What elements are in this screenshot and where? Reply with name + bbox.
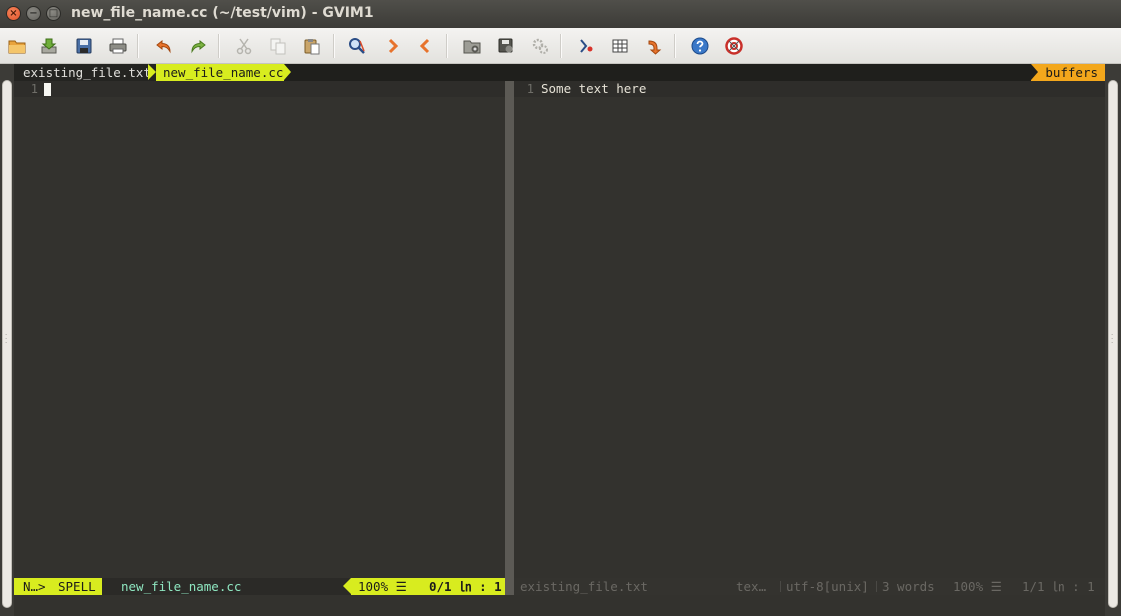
help-button[interactable] — [689, 35, 710, 56]
find-previous-button[interactable] — [414, 35, 435, 56]
minimize-window-button[interactable]: − — [26, 6, 41, 21]
maximize-window-button[interactable]: □ — [46, 6, 61, 21]
open-button[interactable] — [6, 35, 27, 56]
save-all-button[interactable] — [73, 35, 94, 56]
status-position-block: 100% ☰ 0/1 ㏑ : 1 — [351, 578, 505, 595]
find-next-icon — [388, 38, 398, 53]
find-previous-icon — [419, 38, 429, 53]
tab-existing-file[interactable]: existing_file.txt — [14, 64, 157, 81]
scrollbar-grip: · · · — [1111, 331, 1114, 347]
save-session-icon — [498, 38, 512, 52]
find-next-button[interactable] — [382, 35, 403, 56]
copy-icon — [270, 38, 285, 54]
cursor-line — [14, 81, 505, 97]
print-icon — [109, 38, 126, 53]
tabline: existing_file.txt new_file_name.cc buffe… — [14, 64, 1105, 81]
redo-icon — [190, 39, 206, 53]
status-percent: 100% ☰ — [953, 579, 1002, 594]
buffers-label: buffers — [1031, 64, 1105, 81]
redo-button[interactable] — [187, 35, 208, 56]
vertical-split-divider[interactable] — [505, 81, 514, 595]
status-filename: existing_file.txt — [520, 579, 648, 594]
load-session-button[interactable] — [461, 35, 482, 56]
run-script-button[interactable] — [529, 35, 550, 56]
make-icon — [579, 38, 592, 53]
line-number: 1 — [30, 82, 38, 96]
open-folder-icon — [8, 40, 25, 53]
vim-editor: existing_file.txt new_file_name.cc buffe… — [14, 64, 1105, 616]
status-line-col: 1/1 ㏑ : 1 — [1022, 579, 1095, 594]
left-editor-pane[interactable]: 1 — [14, 81, 505, 578]
line-number: 1 — [526, 82, 534, 96]
toolbar — [0, 28, 1121, 64]
status-percent: 100% ☰ — [358, 579, 407, 594]
table-icon — [612, 39, 627, 52]
jump-tag-icon — [648, 39, 661, 55]
save-all-icon — [76, 38, 91, 53]
copy-button[interactable] — [267, 35, 288, 56]
scrollbar-grip: · · · — [5, 331, 8, 347]
find-replace-icon — [348, 37, 365, 54]
text-cursor — [44, 83, 51, 96]
status-line-col: 0/1 ㏑ : 1 — [429, 579, 502, 594]
save-session-button[interactable] — [495, 35, 516, 56]
find-help-button[interactable] — [723, 35, 744, 56]
run-script-icon — [532, 38, 548, 54]
table-button[interactable] — [609, 35, 630, 56]
mode-separator: > — [38, 579, 46, 594]
find-help-icon — [724, 36, 743, 55]
tab-new-file[interactable]: new_file_name.cc — [156, 64, 284, 81]
left-scrollbar[interactable]: · · · — [2, 80, 12, 608]
status-filetype: tex… — [736, 579, 767, 594]
save-button[interactable] — [38, 35, 59, 56]
right-statusline: existing_file.txt tex… utf-8[unix] 3 wor… — [514, 578, 1105, 595]
minimize-icon: − — [29, 7, 38, 19]
status-filename: new_file_name.cc — [121, 579, 242, 594]
make-button[interactable] — [575, 35, 596, 56]
cut-icon — [236, 38, 251, 54]
print-button[interactable] — [107, 35, 128, 56]
left-statusline: N… > SPELL new_file_name.cc 100% ☰ 0/1 ㏑… — [14, 578, 505, 595]
save-download-icon — [41, 38, 56, 53]
mode-label: N… — [23, 579, 39, 594]
right-scrollbar[interactable]: · · · — [1108, 80, 1118, 608]
mode-indicator: N… > SPELL — [14, 578, 102, 595]
window-titlebar: × − □ new_file_name.cc (~/test/vim) - GV… — [0, 0, 1121, 28]
jump-tag-button[interactable] — [643, 35, 664, 56]
paste-icon — [304, 38, 319, 54]
close-window-button[interactable]: × — [6, 6, 21, 21]
status-word-count: 3 words — [882, 579, 935, 594]
cut-button[interactable] — [233, 35, 254, 56]
right-editor-pane[interactable]: 1 Some text here — [514, 81, 1105, 578]
window-title: new_file_name.cc (~/test/vim) - GVIM1 — [71, 5, 374, 21]
line-text: Some text here — [541, 81, 647, 96]
undo-button[interactable] — [153, 35, 174, 56]
close-icon: × — [9, 7, 18, 19]
load-session-icon — [463, 40, 480, 53]
spell-indicator: SPELL — [58, 579, 96, 594]
find-replace-button[interactable] — [346, 35, 367, 56]
status-encoding: utf-8[unix] — [786, 579, 869, 594]
maximize-icon: □ — [48, 7, 59, 19]
undo-icon — [155, 39, 171, 53]
paste-button[interactable] — [301, 35, 322, 56]
help-icon — [691, 37, 708, 54]
